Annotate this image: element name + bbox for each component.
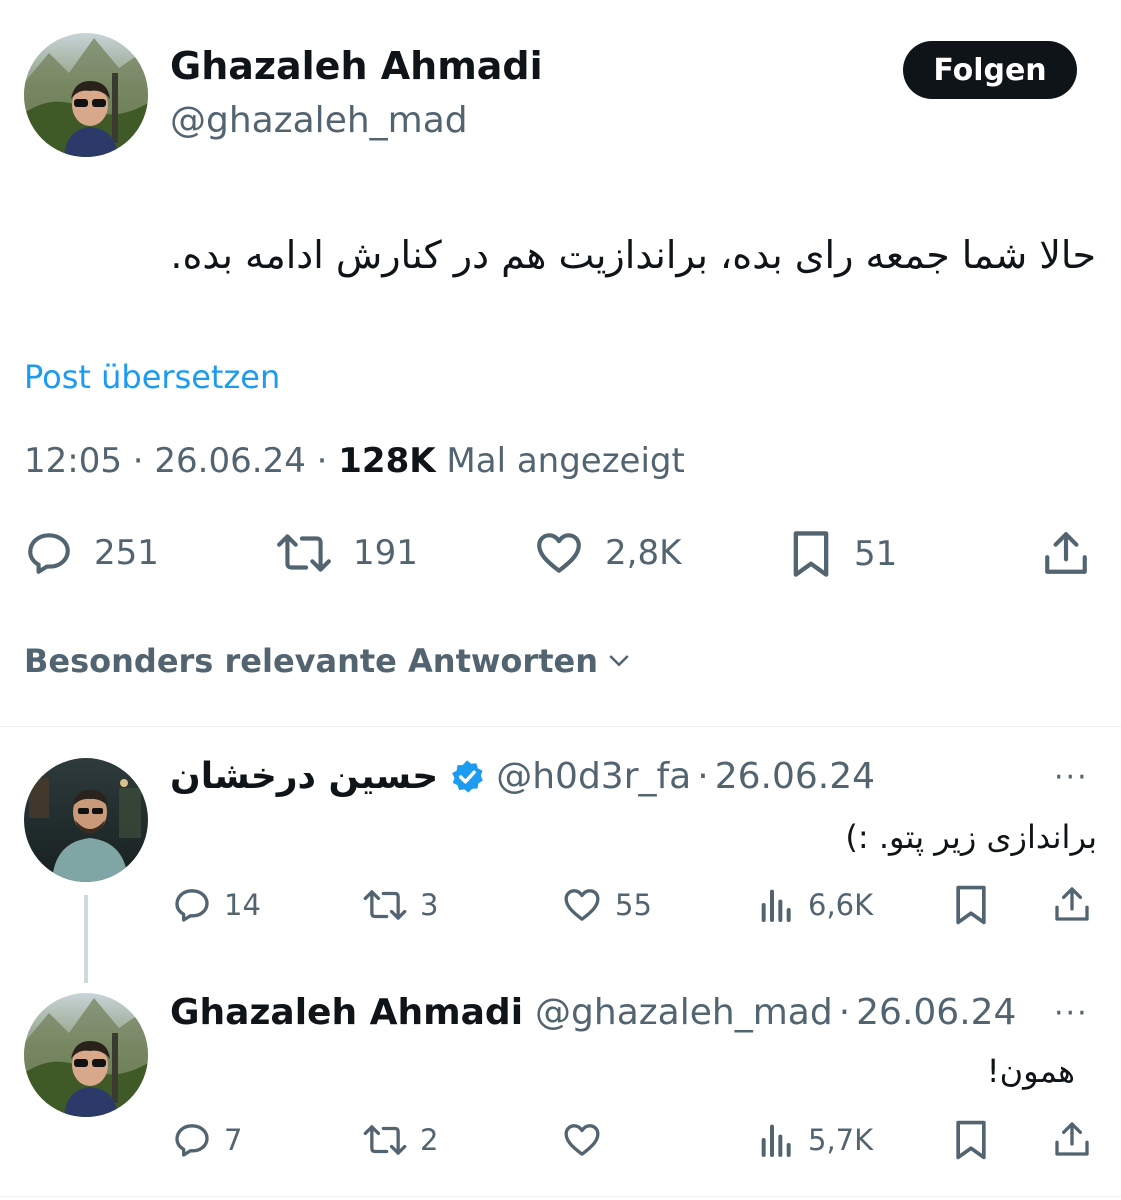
reply-like-count: 55	[615, 888, 652, 922]
views-label: Mal angezeigt	[446, 441, 685, 481]
reply-reply-button[interactable]: 7	[172, 1120, 242, 1160]
reply-views-button[interactable]: 6,6K	[758, 885, 873, 925]
reply-views-button[interactable]: 5,7K	[758, 1120, 873, 1160]
like-button[interactable]: 2,8K	[533, 528, 681, 578]
sort-dropdown[interactable]: Besonders relevante Antworten	[24, 642, 634, 680]
more-options-icon[interactable]: ···	[1054, 996, 1089, 1031]
reply-icon	[28, 533, 70, 574]
share-button[interactable]	[1041, 528, 1091, 578]
reply-bookmark-button[interactable]	[952, 1118, 990, 1162]
repost-button[interactable]: 191	[275, 528, 418, 578]
heart-icon	[564, 889, 600, 921]
reply-author-name[interactable]: حسین درخشان	[170, 756, 438, 797]
reply-text: براندازی زیر پتو. :)	[845, 818, 1097, 856]
share-icon	[1045, 532, 1087, 574]
author-avatar[interactable]	[24, 33, 148, 157]
chevron-down-icon	[609, 655, 629, 667]
reply-like-button[interactable]: 55	[561, 885, 652, 925]
reply-repost-count: 3	[420, 888, 439, 922]
reply-views-count: 5,7K	[808, 1123, 874, 1157]
sort-label: Besonders relevante Antworten	[24, 642, 598, 680]
like-count: 2,8K	[605, 533, 682, 573]
reply-author-name[interactable]: Ghazaleh Ahmadi	[170, 992, 523, 1033]
repost-icon	[277, 534, 331, 572]
divider	[0, 726, 1121, 727]
follow-button[interactable]: Folgen	[903, 41, 1077, 99]
reply-icon	[175, 889, 209, 922]
reply-bookmark-button[interactable]	[952, 883, 990, 927]
reply-date[interactable]: 26.06.24	[715, 756, 875, 797]
reply-header: حسین درخشان @h0d3r_fa · 26.06.24	[170, 756, 876, 797]
reply-header: Ghazaleh Ahmadi @ghazaleh_mad · 26.06.24	[170, 992, 1017, 1033]
reply-share-button[interactable]	[1052, 883, 1092, 925]
reply-author-handle[interactable]: @h0d3r_fa	[496, 756, 691, 797]
more-options-icon[interactable]: ···	[1054, 760, 1089, 795]
reply-reply-button[interactable]: 14	[172, 885, 261, 925]
tweet-meta: 12:05 · 26.06.24 · 128K Mal angezeigt	[24, 441, 685, 481]
heart-icon	[564, 1124, 600, 1156]
reply-repost-count: 2	[420, 1123, 439, 1157]
reply-icon	[175, 1124, 209, 1157]
author-name[interactable]: Ghazaleh Ahmadi	[170, 44, 543, 88]
reply-reply-count: 14	[224, 888, 261, 922]
reply-author-avatar[interactable]	[24, 758, 148, 882]
reply-button[interactable]: 251	[24, 528, 159, 578]
bookmark-icon	[793, 531, 829, 577]
reply-text: همون!	[986, 1052, 1075, 1090]
repost-icon	[363, 1125, 407, 1155]
tweet-date[interactable]: 26.06.24	[154, 441, 305, 481]
share-icon	[1055, 887, 1089, 921]
share-icon	[1055, 1122, 1089, 1156]
verified-badge-icon	[452, 759, 484, 793]
reply-date[interactable]: 26.06.24	[856, 992, 1016, 1033]
repost-icon	[363, 890, 407, 920]
views-icon	[761, 889, 791, 922]
bookmark-icon	[956, 1120, 986, 1160]
reply-count: 251	[94, 533, 159, 573]
reply-repost-button[interactable]: 2	[362, 1120, 438, 1160]
tweet-text: حالا شما جمعه رای بده، براندازیت هم در ک…	[170, 233, 1096, 277]
reply-author-avatar[interactable]	[24, 993, 148, 1117]
views-icon	[761, 1124, 791, 1157]
bookmark-icon	[956, 885, 986, 925]
reply-views-count: 6,6K	[808, 888, 874, 922]
heart-icon	[537, 533, 581, 573]
translate-link[interactable]: Post übersetzen	[24, 358, 280, 396]
reply-reply-count: 7	[224, 1123, 243, 1157]
reply-share-button[interactable]	[1052, 1118, 1092, 1160]
bookmark-count: 51	[854, 534, 898, 574]
reply-repost-button[interactable]: 3	[362, 885, 438, 925]
bookmark-button[interactable]: 51	[788, 528, 897, 580]
thread-connector-line	[84, 895, 88, 983]
reply-author-handle[interactable]: @ghazaleh_mad	[535, 992, 833, 1033]
repost-count: 191	[353, 533, 418, 573]
tweet-time[interactable]: 12:05	[24, 441, 122, 481]
author-handle[interactable]: @ghazaleh_mad	[170, 100, 468, 141]
reply-like-button[interactable]	[561, 1120, 615, 1160]
divider	[0, 1196, 1121, 1197]
views-count: 128K	[338, 441, 436, 481]
